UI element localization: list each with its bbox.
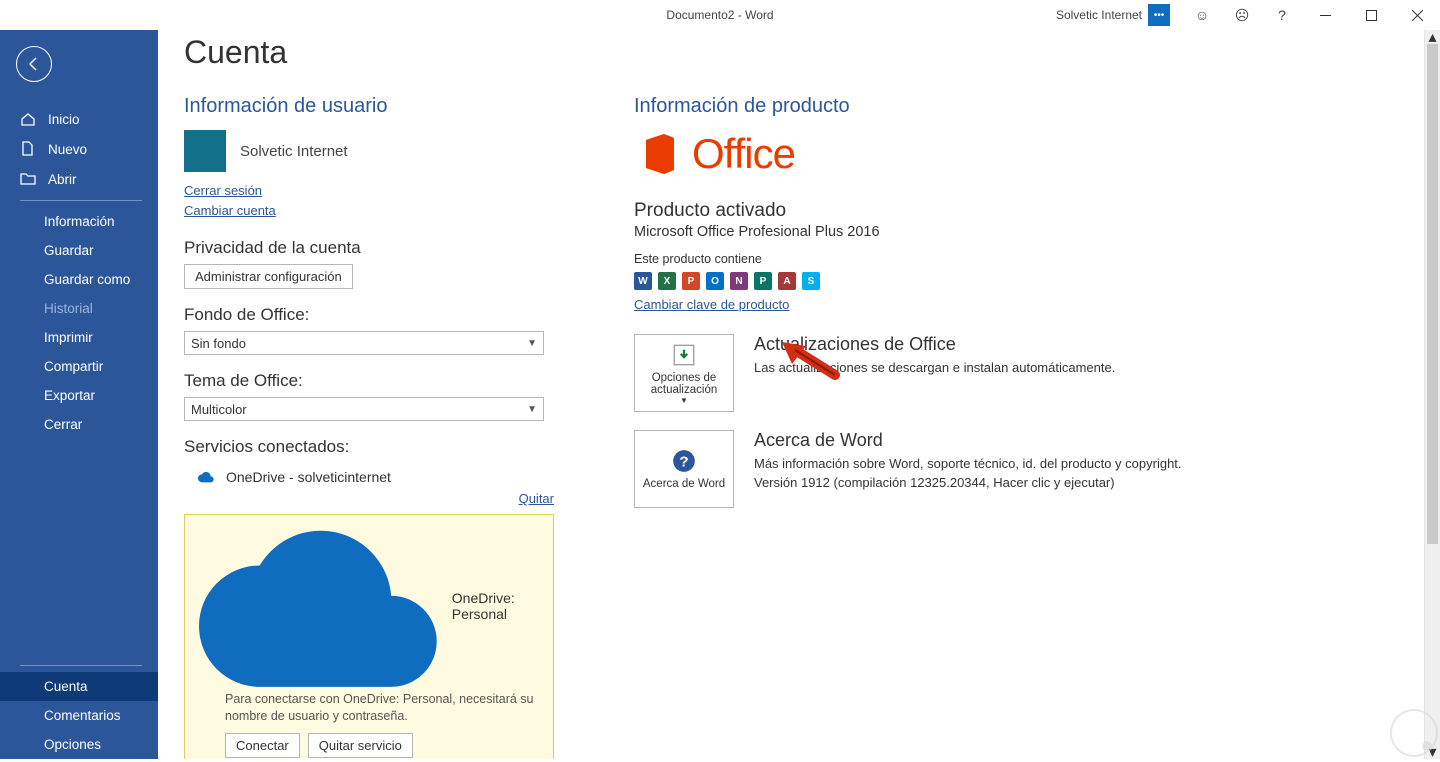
remove-service-link[interactable]: Quitar xyxy=(519,491,554,506)
office-wordmark: Office xyxy=(692,130,795,178)
vertical-scrollbar[interactable]: ▴ ▾ xyxy=(1424,30,1440,759)
help-icon[interactable]: ? xyxy=(1262,0,1302,30)
app-icon: P xyxy=(754,272,772,290)
remove-service-button[interactable]: Quitar servicio xyxy=(308,733,413,758)
maximize-button[interactable] xyxy=(1348,0,1394,30)
sidebar-item-historial[interactable]: Historial xyxy=(0,294,158,323)
chevron-down-icon: ▼ xyxy=(680,396,688,405)
manage-settings-button[interactable]: Administrar configuración xyxy=(184,264,353,289)
background-value: Sin fondo xyxy=(191,336,246,351)
sidebar-item-abrir[interactable]: Abrir xyxy=(0,164,158,194)
product-info-heading: Información de producto xyxy=(634,95,1234,118)
sidebar-item-comentarios[interactable]: Comentarios xyxy=(0,701,158,730)
services-heading: Servicios conectados: xyxy=(184,437,554,457)
sidebar-item-guardar[interactable]: Guardar xyxy=(0,236,158,265)
folder-icon xyxy=(20,171,36,187)
minimize-button[interactable] xyxy=(1302,0,1348,30)
office-icon xyxy=(634,130,682,178)
close-button[interactable] xyxy=(1394,0,1440,30)
about-word-tile[interactable]: ? Acerca de Word xyxy=(634,430,734,508)
updates-text: Actualizaciones de Office Las actualizac… xyxy=(754,334,1115,378)
sidebar-separator xyxy=(20,665,142,666)
account-avatar[interactable]: ••• xyxy=(1148,4,1170,26)
sign-out-link[interactable]: Cerrar sesión xyxy=(184,183,262,198)
sidebar-item-exportar[interactable]: Exportar xyxy=(0,381,158,410)
update-icon xyxy=(671,342,697,368)
titlebar: Documento2 - Word Solvetic Internet ••• … xyxy=(0,0,1440,30)
user-avatar xyxy=(184,130,226,172)
watermark-icon xyxy=(1390,709,1438,757)
home-icon xyxy=(20,111,36,127)
sidebar-item-imprimir[interactable]: Imprimir xyxy=(0,323,158,352)
update-options-tile[interactable]: Opciones de actualización ▼ xyxy=(634,334,734,412)
user-column: Información de usuario Solvetic Internet… xyxy=(184,95,554,759)
cloud-icon xyxy=(199,525,442,687)
banner-description: Para conectarse con OneDrive: Personal, … xyxy=(225,691,539,725)
sidebar-item-cuenta[interactable]: Cuenta xyxy=(0,672,158,701)
office-logo: Office xyxy=(634,130,1234,178)
sidebar-item-opciones[interactable]: Opciones xyxy=(0,730,158,759)
background-heading: Fondo de Office: xyxy=(184,305,554,325)
app-icon: P xyxy=(682,272,700,290)
app-icon: X xyxy=(658,272,676,290)
svg-text:?: ? xyxy=(679,453,688,470)
theme-value: Multicolor xyxy=(191,402,247,417)
page-title: Cuenta xyxy=(184,34,1398,71)
chevron-down-icon: ▼ xyxy=(527,338,537,349)
background-select[interactable]: Sin fondo ▼ xyxy=(184,331,544,355)
privacy-heading: Privacidad de la cuenta xyxy=(184,238,554,258)
sidebar-item-guardar como[interactable]: Guardar como xyxy=(0,265,158,294)
product-contains-label: Este producto contiene xyxy=(634,252,1234,266)
back-button[interactable] xyxy=(16,46,52,82)
app-icon: O xyxy=(706,272,724,290)
face-frown-icon[interactable]: ☹ xyxy=(1222,0,1262,30)
change-product-key-link[interactable]: Cambiar clave de producto xyxy=(634,297,789,312)
user-info-heading: Información de usuario xyxy=(184,95,554,118)
file-icon xyxy=(20,141,36,157)
service-label: OneDrive - solveticinternet xyxy=(226,469,391,485)
sidebar-item-nuevo[interactable]: Nuevo xyxy=(0,134,158,164)
sidebar-item-compartir[interactable]: Compartir xyxy=(0,352,158,381)
sidebar-item-información[interactable]: Información xyxy=(0,207,158,236)
app-icon: W xyxy=(634,272,652,290)
theme-select[interactable]: Multicolor ▼ xyxy=(184,397,544,421)
face-smile-icon[interactable]: ☺ xyxy=(1182,0,1222,30)
theme-heading: Tema de Office: xyxy=(184,371,554,391)
connect-button[interactable]: Conectar xyxy=(225,733,300,758)
question-circle-icon: ? xyxy=(671,448,697,474)
about-text: Acerca de Word Más información sobre Wor… xyxy=(754,430,1182,493)
chevron-down-icon: ▼ xyxy=(527,404,537,415)
product-activated: Producto activado xyxy=(634,200,1234,222)
scroll-thumb[interactable] xyxy=(1427,44,1438,544)
switch-account-link[interactable]: Cambiar cuenta xyxy=(184,203,276,218)
sidebar-item-cerrar[interactable]: Cerrar xyxy=(0,410,158,439)
titlebar-right: Solvetic Internet ••• ☺ ☹ ? xyxy=(1056,0,1440,30)
user-display-name: Solvetic Internet xyxy=(240,143,348,160)
window-title: Documento2 - Word xyxy=(666,8,773,22)
service-connect-banner: OneDrive: Personal Para conectarse con O… xyxy=(184,514,554,759)
app-icon: N xyxy=(730,272,748,290)
backstage-sidebar: InicioNuevoAbrir InformaciónGuardarGuard… xyxy=(0,30,158,759)
cloud-icon xyxy=(198,469,214,485)
app-icons-row: WXPONPAS xyxy=(634,272,1234,290)
scroll-up-icon[interactable]: ▴ xyxy=(1425,30,1440,44)
product-column: Información de producto Office Producto … xyxy=(634,95,1234,759)
service-item: OneDrive - solveticinternet xyxy=(184,463,554,491)
product-edition: Microsoft Office Profesional Plus 2016 xyxy=(634,224,1234,240)
account-name[interactable]: Solvetic Internet xyxy=(1056,8,1142,22)
banner-title: OneDrive: Personal xyxy=(452,590,539,622)
sidebar-separator xyxy=(20,200,142,201)
sidebar-item-inicio[interactable]: Inicio xyxy=(0,104,158,134)
app-icon: A xyxy=(778,272,796,290)
content-pane: Cuenta Información de usuario Solvetic I… xyxy=(158,30,1424,759)
app-icon: S xyxy=(802,272,820,290)
